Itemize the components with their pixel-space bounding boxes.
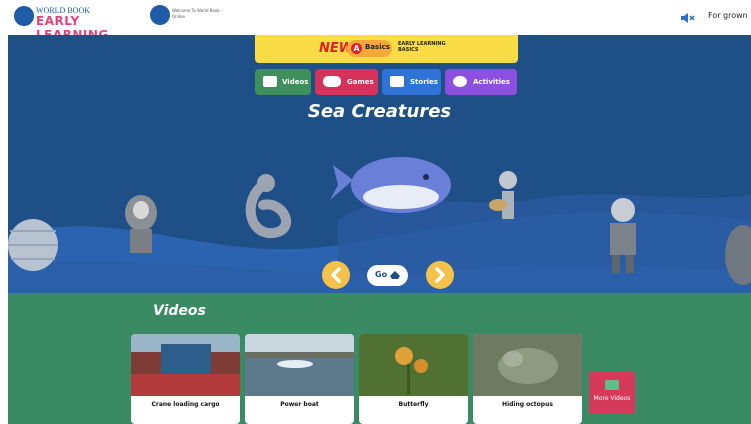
video-caption: Hiding octopus xyxy=(502,401,553,408)
video-thumbnail xyxy=(473,334,582,396)
mute-icon[interactable] xyxy=(681,12,695,24)
video-caption: Power boat xyxy=(280,401,319,408)
sea-scene-illustration xyxy=(8,157,751,293)
next-button[interactable] xyxy=(426,261,454,289)
video-icon xyxy=(605,380,619,390)
previous-button[interactable] xyxy=(322,261,350,289)
chevron-left-icon xyxy=(331,267,341,283)
video-card[interactable]: Power boat xyxy=(245,334,354,424)
top-bar: WORLD BOOK EARLY LEARNING Welcome To Wor… xyxy=(0,0,751,42)
basics-badge: A Basics xyxy=(347,40,392,57)
basics-label: Basics xyxy=(365,43,390,51)
gamepad-icon xyxy=(323,76,341,87)
tab-videos[interactable]: Videos xyxy=(255,69,311,95)
videos-section-title: Videos xyxy=(153,303,206,319)
tab-activities[interactable]: Activities xyxy=(445,69,517,95)
videos-section: Videos Crane loading cargo Power boat Bu… xyxy=(8,293,751,424)
video-icon xyxy=(263,76,277,87)
basics-a-icon: A xyxy=(351,43,362,54)
globe-logo-icon xyxy=(14,6,34,26)
book-icon xyxy=(390,76,404,87)
video-thumbnail xyxy=(359,334,468,396)
beehive-figure xyxy=(8,219,58,271)
globe-icon xyxy=(150,5,170,25)
world-book-logo[interactable]: WORLD BOOK EARLY LEARNING xyxy=(14,6,114,42)
whale-figure xyxy=(330,157,451,213)
for-grown-ups-link[interactable]: For grown ups xyxy=(708,11,751,20)
video-card[interactable]: Butterfly xyxy=(359,334,468,424)
tab-stories[interactable]: Stories xyxy=(382,69,441,95)
video-thumbnail xyxy=(131,334,240,396)
tab-label: Games xyxy=(347,78,374,86)
video-card[interactable]: Hiding octopus xyxy=(473,334,582,424)
hero-section: NEW A Basics EARLY LEARNING BASICS Video… xyxy=(8,35,751,293)
worm-figure xyxy=(245,174,291,238)
tab-label: Videos xyxy=(282,78,309,86)
more-videos-button[interactable]: More Videos xyxy=(589,371,635,414)
early-learning-basics-label: EARLY LEARNING BASICS xyxy=(398,41,446,53)
go-label: Go xyxy=(375,270,388,279)
tab-label: Activities xyxy=(473,78,510,86)
new-basics-banner[interactable]: NEW A Basics EARLY LEARNING BASICS xyxy=(255,35,518,63)
go-button[interactable]: Go xyxy=(367,265,408,286)
boat-icon xyxy=(390,271,400,279)
welcome-line2: Online xyxy=(172,14,185,19)
hero-title: Sea Creatures xyxy=(307,101,452,122)
more-videos-label: More Videos xyxy=(593,395,631,402)
video-thumbnail xyxy=(245,334,354,396)
chevron-right-icon xyxy=(435,267,445,283)
video-caption: Crane loading cargo xyxy=(151,401,220,408)
video-caption: Butterfly xyxy=(398,401,429,408)
welcome-line1: Welcome To World Book xyxy=(172,8,220,13)
tab-games[interactable]: Games xyxy=(315,69,378,95)
palette-icon xyxy=(453,76,467,87)
video-card[interactable]: Crane loading cargo xyxy=(131,334,240,424)
tab-label: Stories xyxy=(410,78,438,86)
